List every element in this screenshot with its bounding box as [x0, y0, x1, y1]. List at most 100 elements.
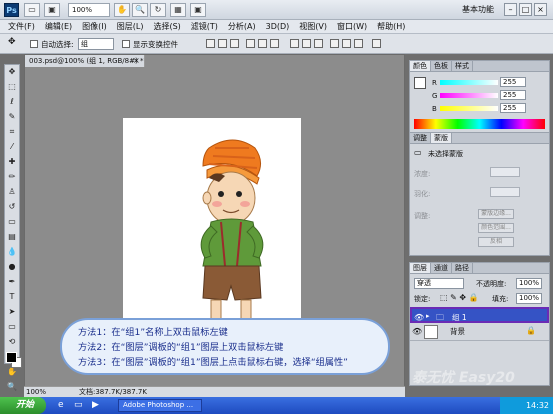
align-vcenter-icon[interactable]	[218, 39, 227, 48]
eyedropper-tool-icon[interactable]: ⁄	[5, 140, 19, 154]
align-hcenter-icon[interactable]	[258, 39, 267, 48]
move-tool-icon[interactable]: ✥	[5, 65, 19, 79]
tab-channels[interactable]: 通道	[431, 263, 452, 273]
layer-name-background[interactable]: 背景	[450, 326, 465, 337]
channel-g-slider[interactable]	[440, 93, 498, 98]
document-tab[interactable]: 003.psd@100% (组 1, RGB/8#) * ×	[25, 55, 145, 67]
menu-window[interactable]: 窗口(W)	[337, 20, 367, 33]
zoom-tool-icon[interactable]: 🔍	[5, 380, 19, 394]
auto-align-icon[interactable]	[372, 39, 381, 48]
tab-styles[interactable]: 样式	[452, 61, 473, 71]
mini-bridge-icon[interactable]: ▣	[44, 3, 60, 17]
menu-file[interactable]: 文件(F)	[8, 20, 35, 33]
visibility-eye-icon[interactable]: 👁	[414, 313, 424, 322]
menu-help[interactable]: 帮助(H)	[377, 20, 405, 33]
bridge-icon[interactable]: ▭	[24, 3, 40, 17]
distribute-left-icon[interactable]	[330, 39, 339, 48]
auto-select-checkbox[interactable]	[30, 40, 38, 48]
foreground-color-swatch[interactable]	[6, 352, 17, 363]
channel-g-value[interactable]: 255	[500, 90, 526, 100]
layer-row-group1[interactable]: 👁 ▸ 🗀 组 1	[410, 307, 549, 323]
gradient-tool-icon[interactable]: ▤	[5, 230, 19, 244]
hand-tool-icon[interactable]: ✋	[114, 3, 130, 17]
layer-name-group1[interactable]: 组 1	[452, 312, 467, 323]
close-document-icon[interactable]: ×	[133, 55, 140, 67]
close-icon[interactable]: ×	[534, 3, 547, 16]
mask-edge-button[interactable]: 蒙版边缘...	[478, 209, 514, 219]
lock-icons[interactable]: ⬚ ✎ ✥ 🔒	[440, 293, 479, 302]
tab-masks[interactable]: 蒙版	[431, 133, 452, 143]
healing-tool-icon[interactable]: ✚	[5, 155, 19, 169]
channel-b-value[interactable]: 255	[500, 103, 526, 113]
history-brush-tool-icon[interactable]: ↺	[5, 200, 19, 214]
color-spectrum[interactable]	[414, 119, 545, 129]
layer-row-background[interactable]: 👁 背景 🔒	[410, 323, 549, 341]
type-tool-icon[interactable]: T	[5, 290, 19, 304]
quicklaunch-desktop-icon[interactable]: ▭	[74, 400, 83, 410]
maximize-icon[interactable]: □	[519, 3, 532, 16]
minimize-icon[interactable]: –	[504, 3, 517, 16]
menu-analysis[interactable]: 分析(A)	[228, 20, 256, 33]
quicklaunch-ie-icon[interactable]: e	[58, 400, 64, 410]
channel-b-slider[interactable]	[440, 106, 498, 111]
menu-layer[interactable]: 图层(L)	[117, 20, 144, 33]
menu-filter[interactable]: 滤镜(T)	[191, 20, 218, 33]
distribute-top-icon[interactable]	[290, 39, 299, 48]
eraser-tool-icon[interactable]: ▭	[5, 215, 19, 229]
align-left-icon[interactable]	[246, 39, 255, 48]
move-tool-icon[interactable]: ✥	[8, 37, 16, 47]
watermark: 泰无忧 Easy20	[412, 370, 515, 386]
color-range-button[interactable]: 颜色范围...	[478, 223, 514, 233]
expand-arrow-icon[interactable]: ▸	[426, 312, 430, 320]
quicklaunch-media-icon[interactable]: ▶	[92, 400, 99, 410]
clone-stamp-tool-icon[interactable]: ♙	[5, 185, 19, 199]
3d-rotate-tool-icon[interactable]: ⟲	[5, 335, 19, 349]
crop-tool-icon[interactable]: ⌗	[5, 125, 19, 139]
menu-view[interactable]: 视图(V)	[299, 20, 327, 33]
visibility-eye-icon[interactable]: 👁	[412, 327, 422, 336]
tab-paths[interactable]: 路径	[452, 263, 473, 273]
taskbar-photoshop[interactable]: Adobe Photoshop ...	[118, 399, 202, 412]
quick-select-tool-icon[interactable]: ✎	[5, 110, 19, 124]
tab-layers[interactable]: 图层	[410, 263, 431, 273]
menu-3d[interactable]: 3D(D)	[266, 20, 290, 33]
lasso-tool-icon[interactable]: ℓ	[5, 95, 19, 109]
marquee-tool-icon[interactable]: ⬚	[5, 80, 19, 94]
tab-adjustments[interactable]: 调整	[410, 133, 431, 143]
distribute-bottom-icon[interactable]	[314, 39, 323, 48]
auto-select-dropdown[interactable]: 组	[78, 38, 114, 50]
pen-tool-icon[interactable]: ✒	[5, 275, 19, 289]
arrange-documents-icon[interactable]: ▦	[170, 3, 186, 17]
distribute-hcenter-icon[interactable]	[342, 39, 351, 48]
brush-tool-icon[interactable]: ✏	[5, 170, 19, 184]
distribute-right-icon[interactable]	[354, 39, 363, 48]
blend-mode-select[interactable]: 穿透	[414, 278, 464, 289]
align-right-icon[interactable]	[270, 39, 279, 48]
channel-r-slider[interactable]	[440, 80, 498, 85]
workspace-switcher[interactable]: 基本功能	[462, 4, 494, 15]
show-transform-checkbox[interactable]	[122, 40, 130, 48]
blur-tool-icon[interactable]: 💧	[5, 245, 19, 259]
menu-select[interactable]: 选择(S)	[153, 20, 180, 33]
menu-image[interactable]: 图像(I)	[82, 20, 107, 33]
screen-mode-icon[interactable]: ▣	[190, 3, 206, 17]
zoom-tool-icon[interactable]: 🔍	[132, 3, 148, 17]
density-field[interactable]	[490, 167, 520, 177]
zoom-level-select[interactable]: 100%	[68, 3, 110, 17]
invert-button[interactable]: 反相	[478, 237, 514, 247]
feather-field[interactable]	[490, 187, 520, 197]
align-bottom-icon[interactable]	[230, 39, 239, 48]
dodge-tool-icon[interactable]: ●	[5, 260, 19, 274]
shape-tool-icon[interactable]: ▭	[5, 320, 19, 334]
align-top-icon[interactable]	[206, 39, 215, 48]
tab-swatches[interactable]: 色板	[431, 61, 452, 71]
tab-color[interactable]: 颜色	[410, 61, 431, 71]
path-select-tool-icon[interactable]: ➤	[5, 305, 19, 319]
start-button[interactable]: 开始	[0, 397, 46, 414]
opacity-field[interactable]: 100%	[516, 278, 542, 289]
rotate-view-icon[interactable]: ↻	[150, 3, 166, 17]
fill-field[interactable]: 100%	[516, 293, 542, 304]
distribute-vcenter-icon[interactable]	[302, 39, 311, 48]
menu-edit[interactable]: 编辑(E)	[45, 20, 72, 33]
channel-r-value[interactable]: 255	[500, 77, 526, 87]
